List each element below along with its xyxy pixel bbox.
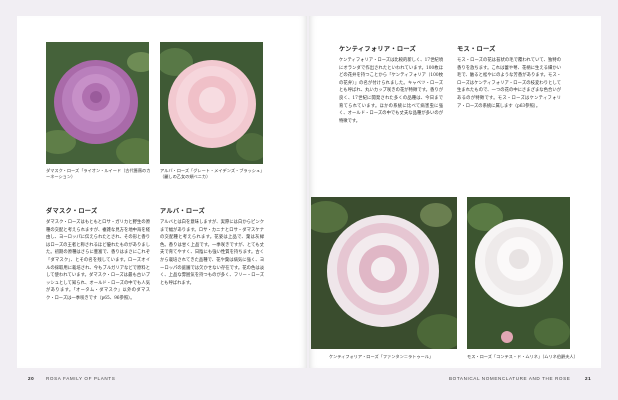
caption-centifolia-rose: ケンティフォリア・ローズ「ファンタン＝ラトゥール」 bbox=[329, 354, 434, 359]
photo-alba-rose bbox=[160, 42, 263, 164]
photo-moss-rose bbox=[467, 197, 570, 349]
damask-rose-image bbox=[46, 42, 149, 164]
text-alba-rose: アルバとは白を意味しますが、実際には白からピンクまで幅があります。ロサ・カニナと… bbox=[160, 220, 264, 286]
alba-rose-image bbox=[160, 42, 263, 164]
footer-right-title: BOTANICAL NOMENCLATURE AND THE ROSE bbox=[449, 376, 571, 381]
caption-alba-rose: アルバ・ローズ「グレート・メイデンズ・ブラッシュ」（麗しの乙女の頬ベニカ） bbox=[160, 168, 265, 179]
moss-rose-image bbox=[467, 197, 570, 349]
footer-left-folio: 20 bbox=[28, 376, 35, 381]
caption-damask-rose: ダマスク・ローズ「ライオン・ルイード（古代薔薇のカーネーション） bbox=[46, 168, 151, 179]
heading-damask-rose: ダマスク・ローズ bbox=[46, 208, 98, 215]
photo-damask-rose bbox=[46, 42, 149, 164]
heading-centifolia-rose: ケンティフォリア・ローズ bbox=[339, 46, 416, 53]
photo-centifolia-rose bbox=[311, 197, 457, 349]
heading-alba-rose: アルバ・ローズ bbox=[160, 208, 206, 215]
right-page: ケンティフォリア・ローズ ケンティフォリア・ローズは比較的新しく、17世紀頃にオ… bbox=[309, 16, 601, 368]
heading-moss-rose: モス・ローズ bbox=[457, 46, 496, 53]
book-spread: ダマスク・ローズ「ライオン・ルイード（古代薔薇のカーネーション） アルバ・ローズ… bbox=[0, 0, 618, 400]
text-damask-rose: ダマスク・ローズはもともとロサ・ガリカと野生の原種の交配と考えられますが、複雑な… bbox=[46, 220, 150, 301]
left-page: ダマスク・ローズ「ライオン・ルイード（古代薔薇のカーネーション） アルバ・ローズ… bbox=[17, 16, 307, 368]
footer-right-folio: 21 bbox=[585, 376, 592, 381]
centifolia-rose-image bbox=[311, 197, 457, 349]
text-centifolia-rose: ケンティフォリア・ローズは比較的新しく、17世紀頃にオランダで作出されたといわれ… bbox=[339, 58, 443, 124]
caption-moss-rose: モス・ローズ「コンテス・ド・ムリネ」（ムリネ伯爵夫人） bbox=[467, 354, 578, 359]
footer-left-title: ROSA FAMILY OF PLANTS bbox=[46, 376, 116, 381]
text-moss-rose: モス・ローズの花は苔状の毛で覆われていて、独特の香りを放ちます。これは蕾や萼、花… bbox=[457, 58, 561, 109]
